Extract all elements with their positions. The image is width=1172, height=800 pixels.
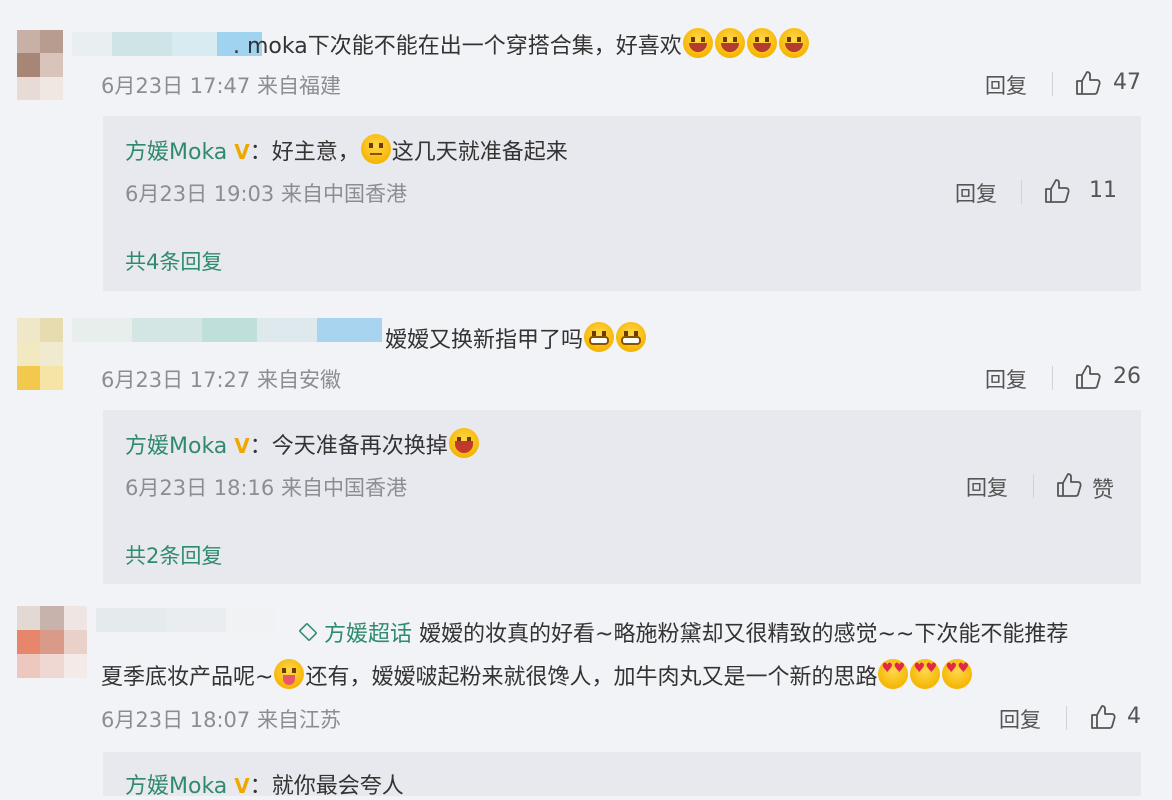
super-topic-icon (298, 622, 318, 642)
avatar[interactable] (17, 606, 87, 678)
avatar[interactable] (17, 30, 63, 100)
reply-text: 方媛Moka V：就你最会夸人 (125, 774, 404, 799)
thumbs-up-icon[interactable] (1055, 471, 1083, 499)
reply-author-name[interactable]: 方媛Moka (125, 140, 227, 165)
username-blurred[interactable] (96, 608, 276, 632)
like-label[interactable]: 赞 (1092, 472, 1114, 504)
verified-v-badge-icon: V (234, 434, 250, 458)
thumbs-up-icon[interactable] (1043, 177, 1071, 205)
reply-timestamp: 6月23日 19:03 来自中国香港 (125, 182, 407, 206)
grinning-emoji-icon (616, 322, 647, 352)
like-count: 47 (1113, 70, 1141, 95)
drooling-emoji-icon (274, 659, 305, 689)
divider (1033, 474, 1034, 498)
crying-emoji-icon (746, 28, 777, 58)
reply-text: 方媛Moka V：今天准备再次换掉 (125, 428, 480, 460)
comment-text: . moka下次能不能在出一个穿搭合集，好喜欢 (233, 28, 810, 60)
laughing-emoji-icon (448, 428, 479, 458)
comment-text-line1: 方媛超话 嫒嫒的妆真的好看~略施粉黛却又很精致的感觉~~下次能不能推荐 (298, 616, 1068, 648)
reply-button[interactable]: 回复 (985, 364, 1027, 394)
thumbs-up-icon[interactable] (1074, 69, 1102, 97)
reply-button[interactable]: 回复 (999, 704, 1041, 734)
divider (1066, 706, 1067, 730)
reply-timestamp: 6月23日 18:16 来自中国香港 (125, 476, 407, 500)
username-blurred[interactable] (72, 318, 382, 342)
divider (1052, 72, 1053, 96)
crying-emoji-icon (714, 28, 745, 58)
comment-timestamp: 6月23日 17:27 来自安徽 (101, 368, 341, 392)
heart-eyes-emoji-icon (942, 659, 973, 689)
heart-eyes-emoji-icon (878, 659, 909, 689)
reply-button[interactable]: 回复 (985, 70, 1027, 100)
thumbs-up-icon[interactable] (1074, 363, 1102, 391)
thinking-emoji-icon (360, 134, 391, 164)
like-count: 26 (1113, 364, 1141, 389)
like-count: 4 (1127, 704, 1141, 729)
heart-eyes-emoji-icon (910, 659, 941, 689)
reply-author-name[interactable]: 方媛Moka (125, 434, 227, 459)
topic-link[interactable]: 方媛超话 (324, 622, 412, 647)
divider (1021, 180, 1022, 204)
comment-text: 嫒嫒又换新指甲了吗 (385, 322, 647, 354)
comment-timestamp: 6月23日 18:07 来自江苏 (101, 708, 341, 732)
verified-v-badge-icon: V (234, 140, 250, 164)
reply-button[interactable]: 回复 (955, 178, 997, 208)
reply-text: 方媛Moka V：好主意， 这几天就准备起来 (125, 134, 568, 166)
crying-emoji-icon (682, 28, 713, 58)
comment-text-line2: 夏季底妆产品呢~ 还有，嫒嫒啵起粉来就很馋人，加牛肉丸又是一个新的思路 (101, 659, 973, 691)
comment-timestamp: 6月23日 17:47 来自福建 (101, 74, 341, 98)
like-count: 11 (1089, 178, 1117, 203)
thumbs-up-icon[interactable] (1089, 703, 1117, 731)
verified-v-badge-icon: V (234, 774, 250, 798)
divider (1052, 366, 1053, 390)
view-more-replies-link[interactable]: 共2条回复 (125, 540, 222, 570)
grinning-emoji-icon (584, 322, 615, 352)
reply-author-name[interactable]: 方媛Moka (125, 774, 227, 799)
reply-button[interactable]: 回复 (966, 472, 1008, 502)
avatar[interactable] (17, 318, 63, 390)
crying-emoji-icon (778, 28, 809, 58)
view-more-replies-link[interactable]: 共4条回复 (125, 246, 222, 276)
